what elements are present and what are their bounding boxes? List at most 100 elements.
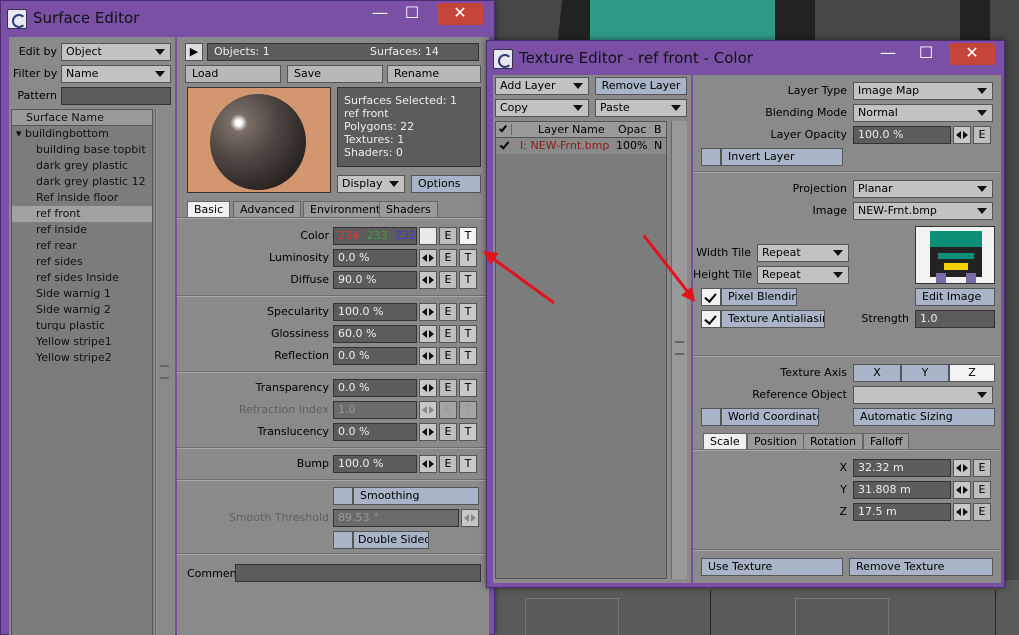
world-coordinates-checkbox[interactable] bbox=[701, 408, 721, 426]
tab-basic[interactable]: Basic bbox=[187, 201, 231, 217]
surface-panel-splitter[interactable] bbox=[157, 109, 173, 635]
luminosity-spinner[interactable] bbox=[419, 249, 437, 267]
automatic-sizing-button[interactable]: Automatic Sizing bbox=[853, 408, 995, 426]
height-tile-dropdown[interactable]: Repeat bbox=[757, 266, 849, 284]
translucency-field[interactable]: 0.0 % bbox=[333, 423, 417, 441]
bump-envelope-button[interactable]: E bbox=[439, 455, 457, 473]
paste-dropdown[interactable]: Paste bbox=[595, 99, 687, 117]
smoothing-button[interactable]: Smoothing bbox=[353, 487, 479, 505]
layer-name-col[interactable]: Layer Name bbox=[538, 123, 605, 136]
blending-mode-dropdown[interactable]: Normal bbox=[853, 104, 993, 122]
surface-list-item[interactable]: Yellow stripe1 bbox=[12, 334, 152, 350]
layer-blend-col[interactable]: B bbox=[654, 123, 662, 136]
filter-by-dropdown[interactable]: Name bbox=[61, 65, 171, 83]
strength-field[interactable]: 1.0 bbox=[915, 310, 995, 328]
specularity-field[interactable]: 100.0 % bbox=[333, 303, 417, 321]
surface-list-item[interactable]: dark grey plastic bbox=[12, 158, 152, 174]
scale-y-spinner[interactable] bbox=[953, 481, 971, 499]
scale-z-envelope[interactable]: E bbox=[973, 503, 991, 521]
diffuse-envelope-button[interactable]: E bbox=[439, 271, 457, 289]
color-rgb-field[interactable]: 234 233 232 bbox=[333, 227, 417, 245]
surface-list-item[interactable]: dark grey plastic 12 bbox=[12, 174, 152, 190]
texture-antialiasing-button[interactable]: Texture Antialiasing bbox=[721, 310, 825, 328]
tab-position[interactable]: Position bbox=[747, 433, 804, 449]
smoothing-checkbox[interactable] bbox=[333, 487, 353, 505]
tab-advanced[interactable]: Advanced bbox=[233, 201, 302, 217]
copy-dropdown[interactable]: Copy bbox=[495, 99, 589, 117]
pattern-input[interactable] bbox=[61, 87, 171, 105]
close-button[interactable]: ✕ bbox=[437, 3, 483, 25]
surface-list-item[interactable]: ref front bbox=[12, 206, 152, 222]
reflection-spinner[interactable] bbox=[419, 347, 437, 365]
transparency-texture-button[interactable]: T bbox=[459, 379, 477, 397]
diffuse-texture-button[interactable]: T bbox=[459, 271, 477, 289]
refraction-index-texture-button[interactable]: T bbox=[459, 401, 477, 419]
glossiness-spinner[interactable] bbox=[419, 325, 437, 343]
remove-layer-button[interactable]: Remove Layer bbox=[595, 77, 687, 95]
double-sided-button[interactable]: Double Sided bbox=[353, 531, 429, 549]
texture-editor-titlebar[interactable]: Texture Editor - ref front - Color — ☐ ✕ bbox=[487, 41, 1004, 75]
tab-environment[interactable]: Environment bbox=[303, 201, 388, 217]
color-texture-button[interactable]: T bbox=[459, 227, 477, 245]
surface-list-item[interactable]: Ref inside floor bbox=[12, 190, 152, 206]
surface-list-header[interactable]: Surface Name bbox=[12, 110, 152, 126]
tab-scale[interactable]: Scale bbox=[703, 433, 747, 449]
surface-list-item[interactable]: building base topbit bbox=[12, 142, 152, 158]
layer-opacity-spinner[interactable] bbox=[953, 126, 971, 144]
close-button[interactable]: ✕ bbox=[949, 43, 995, 65]
layer-opacity-field[interactable]: 100.0 % bbox=[853, 126, 951, 144]
scale-z-field[interactable]: 17.5 m bbox=[853, 503, 951, 521]
play-icon[interactable]: ▶ bbox=[185, 43, 203, 61]
surface-list-item[interactable]: Side warnig 2 bbox=[12, 302, 152, 318]
load-button[interactable]: Load bbox=[185, 65, 281, 83]
add-layer-dropdown[interactable]: Add Layer bbox=[495, 77, 589, 95]
tab-rotation[interactable]: Rotation bbox=[803, 433, 864, 449]
surface-list-item[interactable]: ref rear bbox=[12, 238, 152, 254]
invert-layer-checkbox[interactable] bbox=[701, 148, 721, 166]
minimize-button[interactable]: — bbox=[365, 3, 395, 25]
surface-editor-titlebar[interactable]: Surface Editor — ☐ ✕ bbox=[1, 1, 494, 35]
axis-x-button[interactable]: X bbox=[853, 364, 901, 382]
surface-list-item[interactable]: ref sides Inside bbox=[12, 270, 152, 286]
bump-field[interactable]: 100.0 % bbox=[333, 455, 417, 473]
surface-list-item[interactable]: Yellow stripe2 bbox=[12, 350, 152, 366]
transparency-spinner[interactable] bbox=[419, 379, 437, 397]
luminosity-texture-button[interactable]: T bbox=[459, 249, 477, 267]
edit-image-button[interactable]: Edit Image bbox=[915, 288, 995, 306]
specularity-envelope-button[interactable]: E bbox=[439, 303, 457, 321]
width-tile-dropdown[interactable]: Repeat bbox=[757, 244, 849, 262]
smooth-threshold-field[interactable]: 89.53 ° bbox=[333, 509, 459, 527]
layer-type-dropdown[interactable]: Image Map bbox=[853, 82, 993, 100]
reflection-texture-button[interactable]: T bbox=[459, 347, 477, 365]
bump-texture-button[interactable]: T bbox=[459, 455, 477, 473]
minimize-button[interactable]: — bbox=[873, 43, 903, 65]
glossiness-texture-button[interactable]: T bbox=[459, 325, 477, 343]
scrollbar-grip-icon[interactable] bbox=[675, 341, 684, 355]
axis-z-button[interactable]: Z bbox=[949, 364, 995, 382]
glossiness-field[interactable]: 60.0 % bbox=[333, 325, 417, 343]
specularity-spinner[interactable] bbox=[419, 303, 437, 321]
scale-y-field[interactable]: 31.808 m bbox=[853, 481, 951, 499]
reference-object-dropdown[interactable] bbox=[853, 386, 993, 404]
layer-list-scrollbar[interactable] bbox=[671, 121, 687, 579]
edit-by-dropdown[interactable]: Object bbox=[61, 43, 171, 61]
double-sided-checkbox[interactable] bbox=[333, 531, 353, 549]
surface-group-buildingbottom[interactable]: ▾ buildingbottom bbox=[12, 126, 152, 142]
maximize-button[interactable]: ☐ bbox=[911, 43, 941, 65]
surface-list-item[interactable]: turqu plastic bbox=[12, 318, 152, 334]
translucency-envelope-button[interactable]: E bbox=[439, 423, 457, 441]
comment-input[interactable] bbox=[235, 564, 481, 582]
smooth-threshold-spinner[interactable] bbox=[461, 509, 479, 527]
color-envelope-button[interactable]: E bbox=[439, 227, 457, 245]
display-dropdown[interactable]: Display bbox=[337, 175, 405, 193]
splitter-grip-icon[interactable] bbox=[160, 365, 169, 379]
diffuse-spinner[interactable] bbox=[419, 271, 437, 289]
maximize-button[interactable]: ☐ bbox=[397, 3, 427, 25]
projection-dropdown[interactable]: Planar bbox=[853, 180, 993, 198]
expand-arrow-icon[interactable]: ▾ bbox=[16, 127, 25, 140]
axis-y-button[interactable]: Y bbox=[901, 364, 949, 382]
tab-shaders[interactable]: Shaders bbox=[379, 201, 438, 217]
glossiness-envelope-button[interactable]: E bbox=[439, 325, 457, 343]
reflection-envelope-button[interactable]: E bbox=[439, 347, 457, 365]
remove-texture-button[interactable]: Remove Texture bbox=[849, 558, 993, 576]
